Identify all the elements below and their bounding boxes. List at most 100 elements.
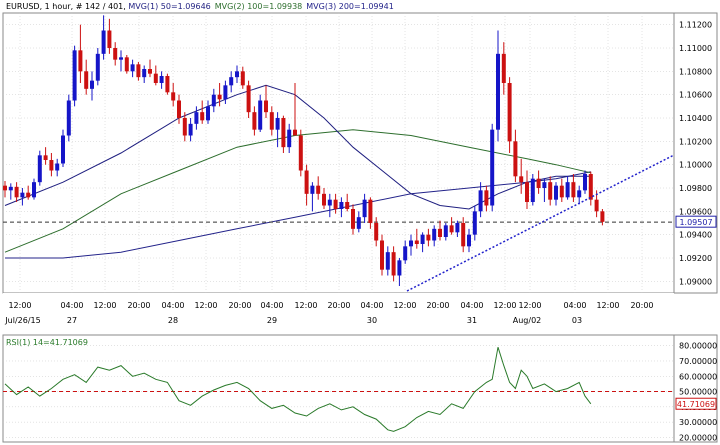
symbol-label: EURUSD bbox=[6, 2, 40, 11]
price-tick: 1.10000 bbox=[679, 161, 712, 170]
candle-body bbox=[571, 182, 576, 198]
day-label: 31 bbox=[467, 316, 477, 325]
candle-body bbox=[113, 48, 118, 60]
day-label: Aug/02 bbox=[513, 316, 542, 325]
candle-body bbox=[66, 100, 71, 136]
rsi-tick: 30.00000 bbox=[679, 418, 717, 427]
price-tick: 1.11200 bbox=[679, 21, 712, 30]
candle-body bbox=[223, 85, 228, 100]
hour-label: 04:00 bbox=[260, 301, 283, 310]
candle-body bbox=[484, 190, 489, 206]
candle-body bbox=[246, 85, 251, 113]
candle-body bbox=[339, 202, 344, 209]
candle-body bbox=[316, 185, 321, 194]
candle-body bbox=[107, 30, 112, 48]
candle bbox=[380, 234, 384, 276]
candle-body bbox=[37, 155, 42, 183]
hour-label: 20:00 bbox=[228, 301, 251, 310]
candle-body bbox=[124, 57, 129, 72]
candle-body bbox=[84, 71, 89, 89]
candle-body bbox=[188, 123, 193, 136]
hour-label: 04:00 bbox=[360, 301, 383, 310]
candle-body bbox=[298, 135, 303, 171]
candle-body bbox=[374, 223, 379, 241]
candle-body bbox=[49, 160, 54, 171]
candle bbox=[530, 174, 535, 206]
day-label: 27 bbox=[67, 316, 77, 325]
hour-label: 04:00 bbox=[563, 301, 586, 310]
rsi-tick: 60.00000 bbox=[679, 372, 717, 381]
rsi-tick: 20.00000 bbox=[679, 433, 717, 442]
candle-body bbox=[577, 190, 582, 198]
candle-body bbox=[304, 170, 309, 194]
candle-body bbox=[240, 71, 245, 86]
hour-label: 20:00 bbox=[327, 301, 350, 310]
rsi-current-value: 41.71069 bbox=[677, 400, 715, 409]
candle-body bbox=[368, 199, 373, 223]
candle-body bbox=[351, 209, 355, 229]
price-tick: 1.09800 bbox=[679, 184, 712, 193]
candle-body bbox=[525, 182, 529, 202]
candle-body bbox=[269, 112, 274, 130]
price-tick: 1.10800 bbox=[679, 67, 712, 76]
candle-body bbox=[327, 199, 332, 206]
candle-body bbox=[61, 135, 65, 164]
chart-canvas: 1.11200 1.11000 1.10800 1.10600 1.10400 1.102… bbox=[2, 2, 718, 443]
candle-body bbox=[472, 211, 477, 235]
candle bbox=[124, 55, 129, 74]
candle-body bbox=[478, 190, 483, 212]
hour-label: 20:00 bbox=[426, 301, 449, 310]
candle-body bbox=[455, 223, 460, 233]
candle-body bbox=[490, 129, 495, 206]
chart-header: EURUSD, 1 hour, # 142 / 401, MVG(1) 50=1… bbox=[6, 2, 394, 11]
candle-body bbox=[95, 53, 100, 81]
candle bbox=[490, 123, 495, 212]
candle-body bbox=[275, 118, 280, 130]
candle-body bbox=[293, 129, 297, 136]
candle-body bbox=[438, 228, 442, 237]
candle-body bbox=[171, 92, 176, 101]
candle-body bbox=[449, 225, 454, 233]
candle-body bbox=[426, 234, 431, 241]
candle-body bbox=[414, 240, 419, 244]
candle-body bbox=[287, 129, 292, 148]
candle-body bbox=[72, 50, 77, 101]
candle-body bbox=[548, 182, 553, 200]
candle-body bbox=[507, 83, 512, 142]
candle-body bbox=[519, 176, 524, 183]
candle-body bbox=[229, 77, 234, 86]
candle-body bbox=[432, 228, 437, 241]
candle-body bbox=[530, 178, 535, 202]
candle-body bbox=[356, 217, 361, 229]
candle bbox=[66, 94, 71, 142]
candle-body bbox=[14, 186, 19, 198]
candle-body bbox=[501, 53, 506, 83]
day-label: 28 bbox=[168, 316, 178, 325]
candle-body bbox=[200, 112, 205, 121]
candle-body bbox=[55, 163, 60, 171]
candle bbox=[37, 150, 42, 186]
candle-body bbox=[148, 69, 152, 74]
candle bbox=[72, 45, 77, 107]
candle-body bbox=[443, 225, 448, 237]
price-scale bbox=[673, 12, 718, 294]
candle-body bbox=[409, 240, 413, 247]
hour-label: 20:00 bbox=[630, 301, 653, 310]
candle bbox=[165, 73, 170, 95]
rsi-tick: 80.00000 bbox=[679, 342, 717, 351]
candle-body bbox=[420, 234, 425, 244]
rsi-panel bbox=[2, 334, 675, 443]
candle-body bbox=[78, 50, 83, 72]
candle-body bbox=[565, 182, 570, 198]
candle-body bbox=[362, 199, 367, 218]
candle-body bbox=[536, 178, 541, 188]
candle-body bbox=[559, 185, 564, 198]
price-tick: 1.09400 bbox=[679, 231, 712, 240]
candle-body bbox=[3, 185, 7, 191]
candle bbox=[298, 129, 303, 177]
candle-body bbox=[461, 223, 466, 247]
rsi-tick: 70.00000 bbox=[679, 357, 717, 366]
day-label: 29 bbox=[267, 316, 277, 325]
day-label: 03 bbox=[572, 316, 582, 325]
candle-body bbox=[159, 76, 164, 83]
